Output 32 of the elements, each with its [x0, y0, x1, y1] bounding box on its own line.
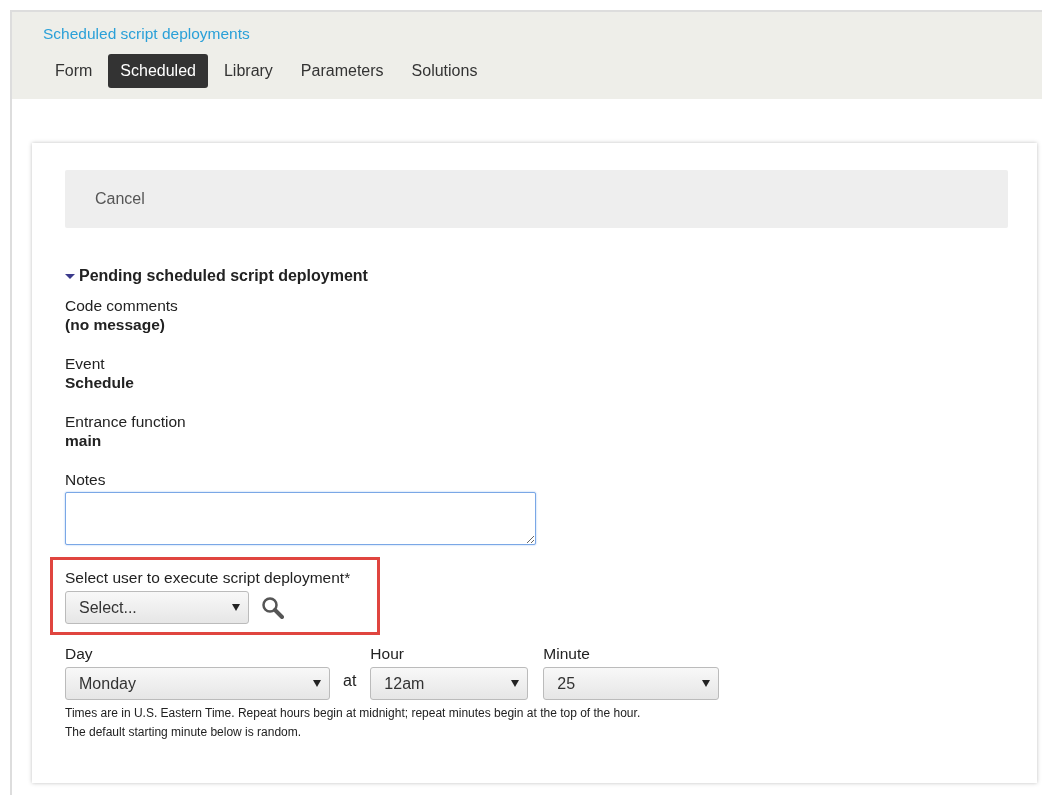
- field-label: Notes: [65, 470, 107, 489]
- connector-text: at: [343, 671, 357, 691]
- help-text: Times are in U.S. Eastern Time. Repeat hours begin at midnight; repeat minutes begin at the top of the hour.: [65, 705, 642, 722]
- caret-down-icon[interactable]: [65, 272, 75, 280]
- tab[interactable]: Form: [43, 53, 105, 88]
- field-value: main: [65, 431, 103, 450]
- field-label: Hour: [370, 644, 405, 663]
- cancel-button[interactable]: Cancel: [83, 187, 157, 211]
- field-label: Select user to execute script deployment*: [65, 568, 352, 587]
- user-dropdown[interactable]: Select...: [65, 591, 249, 624]
- field-label: Entrance function: [65, 412, 187, 431]
- day-dropdown[interactable]: Monday: [65, 667, 330, 700]
- field-label: Code comments: [65, 296, 179, 315]
- caret-icon: [702, 680, 711, 687]
- hour-dropdown[interactable]: 12am: [370, 667, 529, 700]
- caret-icon: [511, 680, 520, 687]
- minute-dropdown[interactable]: 25: [543, 667, 720, 700]
- tab[interactable]: Solutions: [399, 53, 490, 88]
- tab[interactable]: Scheduled: [108, 53, 208, 88]
- tab[interactable]: Library: [211, 53, 285, 88]
- caret-icon: [232, 604, 240, 611]
- section-title: Pending scheduled script deployment: [79, 266, 368, 286]
- help-text: The default starting minute below is random.: [65, 724, 303, 741]
- caret-icon: [313, 680, 321, 687]
- field-value: (no message): [65, 315, 166, 334]
- tab[interactable]: Parameters: [288, 53, 396, 88]
- field-label: Minute: [543, 644, 591, 663]
- notes-field[interactable]: [65, 492, 536, 545]
- field-value: Schedule: [65, 373, 135, 392]
- field-label: Day: [65, 644, 94, 663]
- search-icon[interactable]: [261, 596, 284, 619]
- field-label: Event: [65, 354, 106, 373]
